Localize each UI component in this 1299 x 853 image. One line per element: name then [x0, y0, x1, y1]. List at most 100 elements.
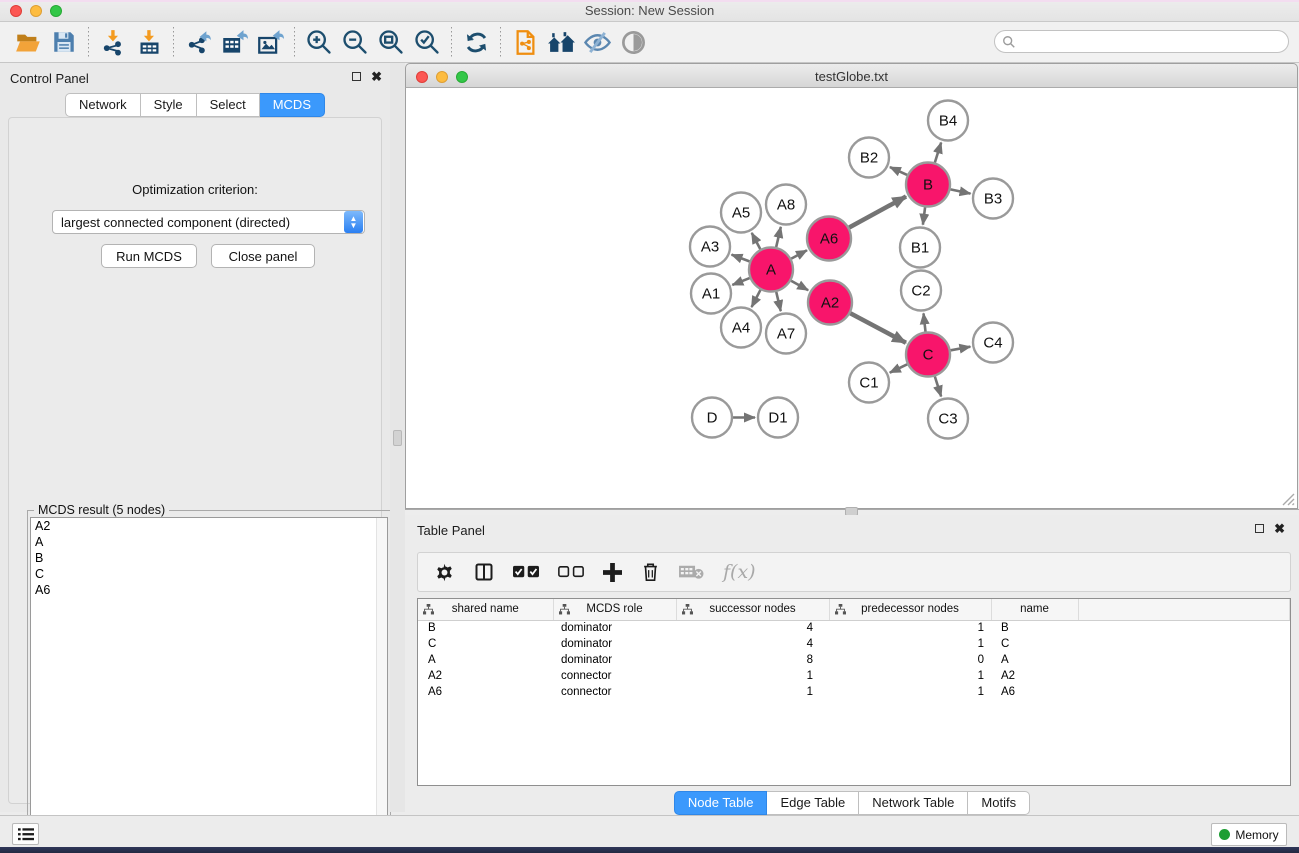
cell[interactable]: C: [991, 636, 1078, 652]
cell[interactable]: A: [418, 652, 553, 668]
node-D1[interactable]: D1: [758, 398, 798, 438]
node-B1[interactable]: B1: [900, 228, 940, 268]
table-row[interactable]: A6connector11A6: [418, 684, 1290, 700]
result-item[interactable]: A2: [31, 518, 387, 534]
cell[interactable]: 1: [829, 684, 991, 700]
cell[interactable]: 1: [829, 668, 991, 684]
cell[interactable]: connector: [553, 684, 676, 700]
cell[interactable]: C: [418, 636, 553, 652]
node-C[interactable]: C: [906, 333, 950, 377]
close-panel-icon[interactable]: ✖: [1274, 523, 1285, 534]
edge-A-A4[interactable]: [752, 290, 761, 307]
search-box[interactable]: [994, 30, 1289, 53]
add-column-icon[interactable]: [603, 563, 622, 582]
node-C1[interactable]: C1: [849, 363, 889, 403]
tab-select[interactable]: Select: [197, 93, 260, 117]
open-file-icon[interactable]: [10, 25, 46, 59]
zoom-in-icon[interactable]: [301, 25, 337, 59]
cell[interactable]: A: [991, 652, 1078, 668]
node-B3[interactable]: B3: [973, 179, 1013, 219]
zoom-fit-icon[interactable]: [373, 25, 409, 59]
table-row[interactable]: Bdominator41B: [418, 620, 1290, 636]
cell[interactable]: 1: [676, 668, 829, 684]
tab-edge-table[interactable]: Edge Table: [767, 791, 859, 815]
import-network-icon[interactable]: [95, 25, 131, 59]
edge-C-C1[interactable]: [890, 364, 907, 372]
zoom-selected-icon[interactable]: [409, 25, 445, 59]
table-row[interactable]: Adominator80A: [418, 652, 1290, 668]
first-neighbors-icon[interactable]: [507, 25, 543, 59]
network-window-titlebar[interactable]: testGlobe.txt: [405, 63, 1298, 88]
node-A1[interactable]: A1: [691, 274, 731, 314]
cell[interactable]: 1: [829, 636, 991, 652]
node-A5[interactable]: A5: [721, 193, 761, 233]
table-row[interactable]: Cdominator41C: [418, 636, 1290, 652]
search-input[interactable]: [1016, 33, 1288, 51]
cell[interactable]: 4: [676, 620, 829, 636]
node-C3[interactable]: C3: [928, 399, 968, 439]
close-panel-button[interactable]: Close panel: [211, 244, 315, 268]
network-canvas[interactable]: B4B2BB3A8A5A6B1A3AA1C2A2A4A7C4CC1C3DD1: [405, 88, 1298, 509]
export-network-icon[interactable]: [180, 25, 216, 59]
edge-B-B1[interactable]: [923, 207, 925, 224]
result-item[interactable]: A6: [31, 582, 387, 598]
export-table-icon[interactable]: [216, 25, 252, 59]
float-panel-icon[interactable]: [352, 72, 361, 81]
splitter-handle[interactable]: [393, 430, 402, 446]
column-header-name[interactable]: name: [991, 599, 1078, 620]
tab-network[interactable]: Network: [65, 93, 141, 117]
vertical-splitter[interactable]: [390, 63, 405, 812]
result-scrollbar[interactable]: [376, 518, 387, 849]
cell[interactable]: B: [991, 620, 1078, 636]
save-session-icon[interactable]: [46, 25, 82, 59]
network-graph[interactable]: B4B2BB3A8A5A6B1A3AA1C2A2A4A7C4CC1C3DD1: [406, 88, 1297, 508]
cell[interactable]: A2: [418, 668, 553, 684]
node-A7[interactable]: A7: [766, 314, 806, 354]
home-icon[interactable]: [543, 25, 579, 59]
zoom-out-icon[interactable]: [337, 25, 373, 59]
cell[interactable]: connector: [553, 668, 676, 684]
hide-selected-icon[interactable]: [579, 25, 615, 59]
export-image-icon[interactable]: [252, 25, 288, 59]
node-A[interactable]: A: [749, 248, 793, 292]
cell[interactable]: A6: [991, 684, 1078, 700]
node-A3[interactable]: A3: [690, 227, 730, 267]
node-B[interactable]: B: [906, 163, 950, 207]
cell[interactable]: dominator: [553, 652, 676, 668]
column-header-MCDS-role[interactable]: MCDS role: [553, 599, 676, 620]
edge-A-A6[interactable]: [791, 250, 807, 258]
cell[interactable]: A6: [418, 684, 553, 700]
show-all-icon[interactable]: [615, 25, 651, 59]
close-panel-icon[interactable]: ✖: [371, 71, 382, 82]
cell[interactable]: 8: [676, 652, 829, 668]
edge-B-B3[interactable]: [950, 189, 970, 193]
node-C4[interactable]: C4: [973, 323, 1013, 363]
result-item[interactable]: A: [31, 534, 387, 550]
run-mcds-button[interactable]: Run MCDS: [101, 244, 197, 268]
tab-node-table[interactable]: Node Table: [674, 791, 768, 815]
import-table-icon[interactable]: [131, 25, 167, 59]
cell[interactable]: dominator: [553, 636, 676, 652]
node-C2[interactable]: C2: [901, 271, 941, 311]
edge-C-C2[interactable]: [924, 313, 926, 331]
cell[interactable]: 4: [676, 636, 829, 652]
edge-A-A3[interactable]: [732, 255, 750, 262]
float-panel-icon[interactable]: [1255, 524, 1264, 533]
unselect-all-icon[interactable]: [558, 565, 584, 579]
node-D[interactable]: D: [692, 398, 732, 438]
select-all-icon[interactable]: [513, 565, 539, 579]
mcds-result-list[interactable]: A2ABCA6: [30, 517, 388, 850]
table-row[interactable]: A2connector11A2: [418, 668, 1290, 684]
delete-column-icon[interactable]: [641, 562, 660, 582]
node-table[interactable]: shared nameMCDS rolesuccessor nodesprede…: [417, 598, 1291, 786]
node-B2[interactable]: B2: [849, 138, 889, 178]
edge-B-B4[interactable]: [935, 142, 941, 162]
edge-A2-C[interactable]: [850, 313, 906, 343]
criterion-dropdown[interactable]: largest connected component (directed) ▲…: [52, 210, 365, 234]
cell[interactable]: dominator: [553, 620, 676, 636]
cell[interactable]: B: [418, 620, 553, 636]
column-header-shared-name[interactable]: shared name: [418, 599, 553, 620]
result-item[interactable]: C: [31, 566, 387, 582]
apply-layout-icon[interactable]: [458, 25, 494, 59]
tab-style[interactable]: Style: [141, 93, 197, 117]
